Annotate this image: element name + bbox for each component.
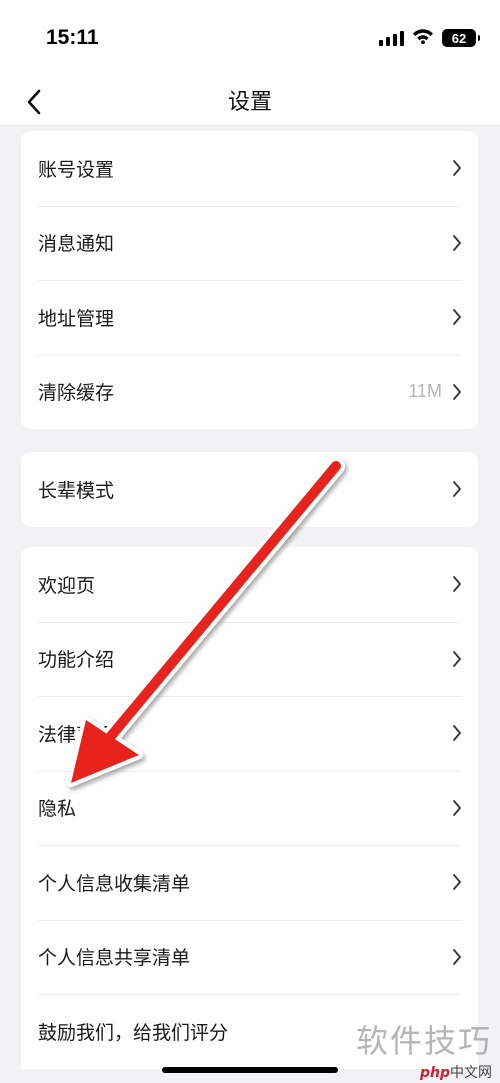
chevron-right-icon — [450, 872, 464, 892]
settings-group-elder: 长辈模式 — [21, 452, 478, 527]
chevron-right-icon — [450, 947, 464, 967]
battery-icon: 62 — [442, 29, 480, 47]
settings-item-label: 功能介绍 — [38, 649, 115, 672]
settings-item-info-sharing[interactable]: 个人信息共享清单 — [21, 919, 478, 995]
settings-item-clear-cache[interactable]: 清除缓存 11M — [21, 354, 478, 430]
home-indicator — [162, 1067, 338, 1073]
status-bar: 15:11 62 — [0, 0, 500, 80]
page-title: 设置 — [227, 90, 272, 115]
settings-item-welcome-page[interactable]: 欢迎页 — [21, 547, 478, 622]
settings-item-notifications[interactable]: 消息通知 — [21, 205, 478, 281]
chevron-right-icon — [450, 382, 464, 402]
status-time: 15:11 — [46, 26, 99, 49]
wifi-icon — [412, 28, 434, 48]
settings-item-label: 个人信息共享清单 — [38, 947, 191, 970]
chevron-right-icon — [450, 798, 464, 818]
settings-item-account[interactable]: 账号设置 — [21, 131, 478, 206]
chevron-right-icon — [450, 158, 464, 178]
settings-item-address[interactable]: 地址管理 — [21, 280, 478, 355]
settings-item-privacy[interactable]: 隐私 — [21, 770, 478, 846]
settings-item-elder-mode[interactable]: 长辈模式 — [21, 452, 478, 527]
settings-item-label: 地址管理 — [38, 307, 115, 330]
settings-group-about: 欢迎页 功能介绍 法律声明 隐私 个人信息收集清单 个人信息共享清单 鼓励我们，… — [21, 547, 478, 1069]
status-icons: 62 — [379, 28, 480, 48]
chevron-right-icon — [450, 307, 464, 327]
chevron-right-icon — [450, 649, 464, 669]
chevron-right-icon — [450, 574, 464, 594]
navigation-bar: 设置 — [0, 80, 500, 126]
chevron-right-icon — [450, 479, 464, 499]
settings-item-label: 消息通知 — [38, 233, 115, 256]
settings-item-label: 法律声明 — [38, 723, 115, 746]
settings-group-account: 账号设置 消息通知 地址管理 清除缓存 11M — [21, 131, 478, 429]
settings-item-label: 长辈模式 — [38, 479, 115, 502]
watermark-site: php中文网 — [419, 1065, 492, 1081]
cellular-signal-icon — [379, 30, 404, 46]
settings-item-features[interactable]: 功能介绍 — [21, 621, 478, 697]
watermark-text: 软件技巧 — [355, 1022, 492, 1060]
settings-item-label: 账号设置 — [38, 158, 115, 181]
settings-item-label: 清除缓存 — [38, 382, 115, 405]
settings-item-label: 个人信息收集清单 — [38, 872, 191, 895]
settings-item-label: 欢迎页 — [38, 574, 96, 597]
settings-item-legal[interactable]: 法律声明 — [21, 696, 478, 771]
chevron-right-icon — [450, 723, 464, 743]
settings-item-info-collection[interactable]: 个人信息收集清单 — [21, 845, 478, 920]
chevron-right-icon — [450, 233, 464, 253]
cache-size-value: 11M — [408, 381, 442, 402]
settings-item-label: 隐私 — [38, 798, 77, 821]
